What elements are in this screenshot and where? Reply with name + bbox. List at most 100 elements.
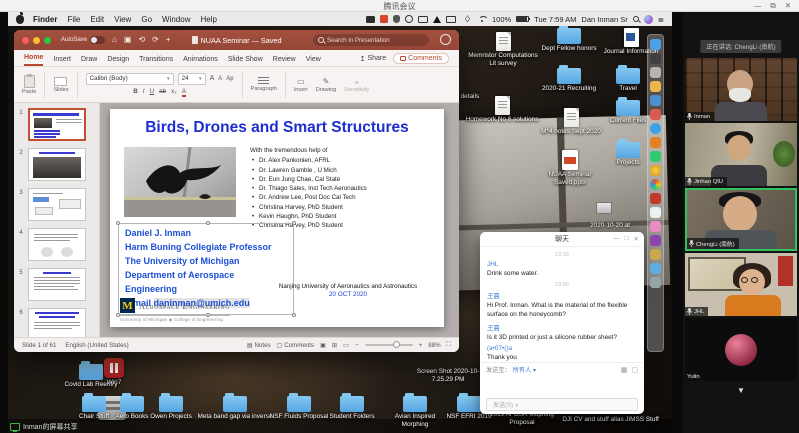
video-tile[interactable]: Yulin: [685, 318, 797, 381]
comments-button[interactable]: Comments: [393, 53, 449, 64]
menubar-clock[interactable]: Tue 7:59 AM: [534, 15, 576, 24]
slideshow-view-icon[interactable]: ▭: [343, 342, 349, 349]
font-color-button[interactable]: A: [182, 88, 186, 97]
add-icon[interactable]: +: [166, 36, 171, 44]
minimize-traffic-light[interactable]: [33, 37, 40, 44]
zoom-traffic-light[interactable]: [44, 37, 51, 44]
slide-thumbnail[interactable]: [28, 228, 86, 261]
thumbnail-row[interactable]: 2: [14, 148, 99, 181]
normal-view-icon[interactable]: ▣: [320, 342, 326, 349]
more-participants-button[interactable]: ▼: [737, 386, 745, 395]
thumbnail-row[interactable]: 6: [14, 308, 99, 337]
helpers-textbox[interactable]: With the tremendous help of Dr. Alex Pan…: [250, 146, 436, 231]
slide-thumbnail[interactable]: [28, 148, 86, 181]
slide-thumbnail[interactable]: [28, 268, 86, 301]
chat-input[interactable]: [486, 374, 638, 398]
slide-thumbnail-selected[interactable]: [28, 108, 86, 141]
dock-app-icon[interactable]: [650, 207, 661, 218]
dock-app-icon[interactable]: [650, 221, 661, 232]
send-button[interactable]: 发送(S) ∨: [486, 398, 638, 411]
dock-app-icon[interactable]: [650, 53, 661, 64]
paste-button[interactable]: Paste: [22, 75, 36, 95]
font-name-select[interactable]: Calibri (Body) ▾: [86, 73, 174, 85]
shrink-font-button[interactable]: A: [218, 76, 222, 82]
desktop-icon[interactable]: Student Folders: [324, 396, 380, 421]
dock-app-icon[interactable]: [650, 249, 661, 260]
dock-trash-icon[interactable]: [650, 277, 661, 288]
search-icon[interactable]: [633, 16, 639, 22]
zoom-in-icon[interactable]: +: [419, 342, 423, 349]
menubar-app-icon[interactable]: [380, 15, 388, 23]
italic-button[interactable]: I: [143, 88, 145, 97]
minimize-icon[interactable]: —: [754, 1, 762, 11]
notification-center-icon[interactable]: ≣: [658, 15, 664, 24]
slide[interactable]: Birds, Drones and Smart Structures: [110, 109, 444, 327]
share-button[interactable]: ↥ Share: [360, 55, 387, 63]
video-tile[interactable]: JHL: [685, 253, 797, 316]
minimize-icon[interactable]: —: [613, 235, 620, 243]
tab-insert[interactable]: Insert: [53, 56, 71, 66]
redo-icon[interactable]: ⟳: [152, 36, 159, 44]
siri-icon[interactable]: [644, 15, 653, 24]
comments-toggle-button[interactable]: ▢ Comments: [277, 342, 315, 349]
insert-button[interactable]: ▭ Insert: [294, 77, 308, 93]
chat-titlebar[interactable]: 聊天 — □ ✕: [480, 232, 644, 247]
image-attach-icon[interactable]: ▦: [621, 366, 628, 374]
thumbnail-row[interactable]: 4: [14, 228, 99, 261]
menu-view[interactable]: View: [114, 15, 131, 24]
desktop-icon[interactable]: [594, 202, 614, 214]
dock-app-icon[interactable]: [650, 123, 661, 134]
undo-icon[interactable]: ⟲: [138, 36, 145, 44]
display-icon[interactable]: [446, 16, 456, 23]
thumbnail-row[interactable]: 3: [14, 188, 99, 221]
close-icon[interactable]: ✕: [785, 1, 791, 11]
search-presentation-input[interactable]: Search in Presentation: [313, 34, 429, 46]
desktop-icon[interactable]: M*4 notes Sept 2020: [536, 108, 606, 136]
menu-edit[interactable]: Edit: [90, 15, 104, 24]
desktop-icon[interactable]: Homework No 6 solutions: [464, 96, 540, 124]
menubar-user[interactable]: Dan Inman Sr: [581, 15, 627, 24]
dock-app-icon[interactable]: [650, 137, 661, 148]
video-tile[interactable]: Jinhao QIU: [685, 123, 797, 186]
zoom-out-icon[interactable]: −: [355, 342, 359, 349]
desktop-icon[interactable]: NUAA Seminar Saved.pptx: [532, 150, 608, 186]
notes-button[interactable]: ▤ Notes: [247, 342, 271, 349]
language-status[interactable]: English (United States): [65, 342, 128, 349]
screenshot-icon[interactable]: ▢: [631, 366, 638, 374]
maximize-icon[interactable]: □: [625, 235, 629, 243]
shield-icon[interactable]: [393, 15, 400, 23]
tab-animations[interactable]: Animations: [183, 56, 218, 66]
desktop-icon[interactable]: Avian Inspired Morphing: [382, 396, 448, 428]
grow-font-button[interactable]: A: [210, 75, 215, 82]
maximize-icon[interactable]: ⧉: [770, 1, 775, 11]
dock-app-icon[interactable]: [650, 165, 661, 176]
dock-app-icon[interactable]: [650, 179, 661, 190]
autosave-toggle[interactable]: [90, 36, 105, 44]
thumbnail-row[interactable]: 1: [14, 108, 99, 141]
tab-slide-show[interactable]: Slide Show: [228, 56, 263, 66]
video-tile[interactable]: Inman: [685, 58, 797, 121]
send-to-select[interactable]: 所有人 ▾: [513, 365, 536, 374]
tab-transitions[interactable]: Transitions: [139, 56, 173, 66]
save-icon[interactable]: ▣: [124, 36, 132, 44]
dock-app-icon[interactable]: [650, 151, 661, 162]
menu-go[interactable]: Go: [141, 15, 152, 24]
clear-format-button[interactable]: Ap: [226, 76, 233, 82]
desktop-icon[interactable]: Dept Fellow honors: [536, 28, 602, 53]
zoom-slider[interactable]: [365, 344, 413, 346]
dock-app-icon[interactable]: [650, 263, 661, 274]
dock-app-icon[interactable]: [650, 81, 661, 92]
menu-file[interactable]: File: [67, 15, 80, 24]
desktop-icon[interactable]: Meta band gap via inverse: [196, 396, 274, 421]
drawing-button[interactable]: ✎ Drawing: [316, 77, 337, 93]
code-brackets-icon[interactable]: 〈〉: [461, 14, 473, 24]
desktop-icon[interactable]: DJI CV and stuff alias: [560, 415, 626, 424]
tab-draw[interactable]: Draw: [81, 56, 97, 66]
chat-message-list[interactable]: 19:35 JHL Drink some water. 19:55 王晨 Hi …: [480, 247, 644, 362]
tab-view[interactable]: View: [306, 56, 321, 66]
close-traffic-light[interactable]: [22, 37, 29, 44]
apple-icon[interactable]: [16, 15, 24, 24]
account-avatar[interactable]: [440, 34, 451, 45]
dock-app-icon[interactable]: [650, 109, 661, 120]
desktop-icon[interactable]: Owen Projects: [144, 396, 198, 421]
